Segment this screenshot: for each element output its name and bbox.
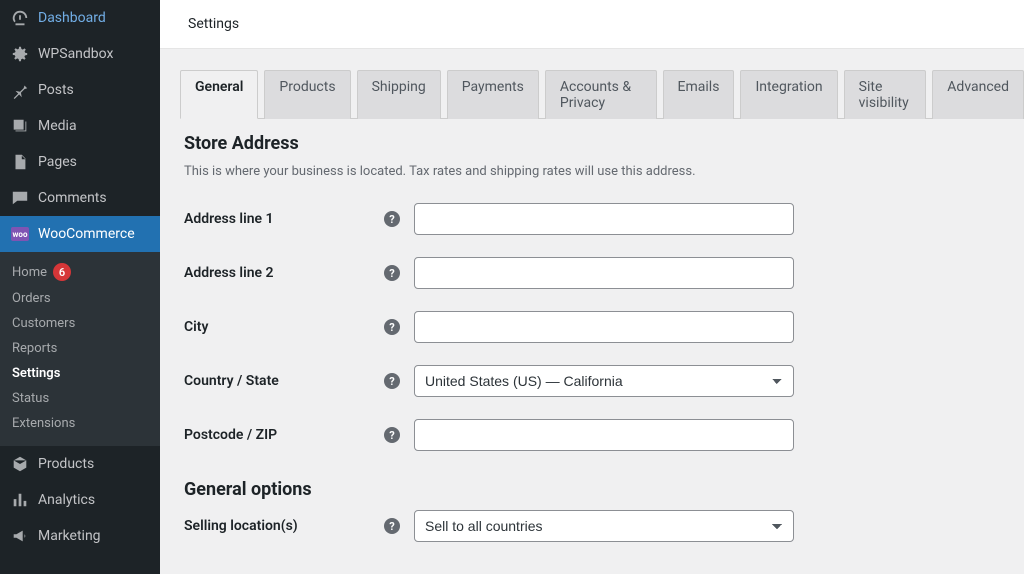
dashboard-icon (10, 8, 30, 28)
sidebar-item-label: Analytics (38, 492, 95, 508)
sidebar-item-comments[interactable]: Comments (0, 180, 160, 216)
main-area: Settings General Products Shipping Payme… (160, 0, 1024, 574)
tab-accounts[interactable]: Accounts & Privacy (545, 70, 657, 119)
sidebar-item-label: Products (38, 456, 94, 472)
sidebar-item-label: Marketing (38, 528, 101, 544)
tab-visibility[interactable]: Site visibility (844, 70, 927, 119)
tab-products[interactable]: Products (264, 70, 350, 119)
pages-icon (10, 152, 30, 172)
admin-sidebar: Dashboard WPSandbox Posts Media Pages Co… (0, 0, 160, 574)
row-city: City ? (184, 311, 1000, 343)
content-area: General Products Shipping Payments Accou… (160, 49, 1024, 574)
select-country[interactable]: United States (US) — California (414, 365, 794, 397)
sidebar-item-woocommerce[interactable]: woo WooCommerce (0, 216, 160, 252)
label-address1: Address line 1 (184, 211, 384, 227)
submenu-item-extensions[interactable]: Extensions (0, 411, 160, 436)
tab-emails[interactable]: Emails (663, 70, 735, 119)
sidebar-item-label: Pages (38, 154, 77, 170)
sidebar-item-products[interactable]: Products (0, 446, 160, 482)
submenu-item-label: Home (12, 265, 47, 280)
sidebar-item-wpsandbox[interactable]: WPSandbox (0, 36, 160, 72)
row-postcode: Postcode / ZIP ? (184, 419, 1000, 451)
submenu-item-label: Orders (12, 291, 51, 306)
woocommerce-submenu: Home 6 Orders Customers Reports Settings… (0, 252, 160, 446)
help-icon[interactable]: ? (384, 518, 400, 534)
submenu-item-label: Settings (12, 366, 60, 381)
input-postcode[interactable] (414, 419, 794, 451)
sidebar-item-dashboard[interactable]: Dashboard (0, 0, 160, 36)
help-icon[interactable]: ? (384, 373, 400, 389)
sidebar-item-analytics[interactable]: Analytics (0, 482, 160, 518)
sidebar-item-label: WPSandbox (38, 46, 113, 62)
submenu-item-reports[interactable]: Reports (0, 336, 160, 361)
megaphone-icon (10, 526, 30, 546)
settings-tabs: General Products Shipping Payments Accou… (180, 69, 1024, 119)
submenu-item-label: Extensions (12, 416, 75, 431)
help-icon[interactable]: ? (384, 211, 400, 227)
sidebar-item-label: Posts (38, 82, 74, 98)
submenu-item-orders[interactable]: Orders (0, 286, 160, 311)
row-address2: Address line 2 ? (184, 257, 1000, 289)
comment-icon (10, 188, 30, 208)
help-icon[interactable]: ? (384, 265, 400, 281)
row-selling-location: Selling location(s) ? Sell to all countr… (184, 510, 1000, 542)
gear-icon (10, 44, 30, 64)
row-address1: Address line 1 ? (184, 203, 1000, 235)
section-heading: Store Address (184, 133, 1000, 154)
help-icon[interactable]: ? (384, 319, 400, 335)
tab-payments[interactable]: Payments (447, 70, 539, 119)
submenu-item-status[interactable]: Status (0, 386, 160, 411)
label-city: City (184, 319, 384, 335)
select-selling-location[interactable]: Sell to all countries (414, 510, 794, 542)
submenu-item-customers[interactable]: Customers (0, 311, 160, 336)
general-options-heading: General options (184, 479, 1000, 500)
tab-general[interactable]: General (180, 70, 258, 119)
sidebar-item-label: Comments (38, 190, 107, 206)
notification-badge: 6 (53, 263, 71, 281)
sidebar-item-media[interactable]: Media (0, 108, 160, 144)
input-address1[interactable] (414, 203, 794, 235)
submenu-item-label: Reports (12, 341, 57, 356)
label-postcode: Postcode / ZIP (184, 427, 384, 443)
media-icon (10, 116, 30, 136)
submenu-item-label: Status (12, 391, 49, 406)
tab-integration[interactable]: Integration (740, 70, 837, 119)
sidebar-item-pages[interactable]: Pages (0, 144, 160, 180)
sidebar-item-label: WooCommerce (38, 226, 135, 242)
sidebar-item-label: Media (38, 118, 77, 134)
woocommerce-icon: woo (10, 224, 30, 244)
tab-advanced[interactable]: Advanced (932, 70, 1024, 119)
sidebar-item-label: Dashboard (38, 10, 106, 26)
submenu-item-home[interactable]: Home 6 (0, 258, 160, 286)
page-title: Settings (188, 16, 239, 32)
tab-shipping[interactable]: Shipping (357, 70, 441, 119)
label-selling-location: Selling location(s) (184, 518, 384, 534)
label-country: Country / State (184, 373, 384, 389)
sidebar-item-marketing[interactable]: Marketing (0, 518, 160, 554)
row-country: Country / State ? United States (US) — C… (184, 365, 1000, 397)
box-icon (10, 454, 30, 474)
submenu-item-settings[interactable]: Settings (0, 361, 160, 386)
submenu-item-label: Customers (12, 316, 75, 331)
sidebar-item-posts[interactable]: Posts (0, 72, 160, 108)
store-address-section: Store Address This is where your busines… (180, 119, 1024, 542)
input-city[interactable] (414, 311, 794, 343)
analytics-icon (10, 490, 30, 510)
page-header: Settings (160, 0, 1024, 49)
pin-icon (10, 80, 30, 100)
input-address2[interactable] (414, 257, 794, 289)
section-description: This is where your business is located. … (184, 164, 1000, 179)
label-address2: Address line 2 (184, 265, 384, 281)
help-icon[interactable]: ? (384, 427, 400, 443)
